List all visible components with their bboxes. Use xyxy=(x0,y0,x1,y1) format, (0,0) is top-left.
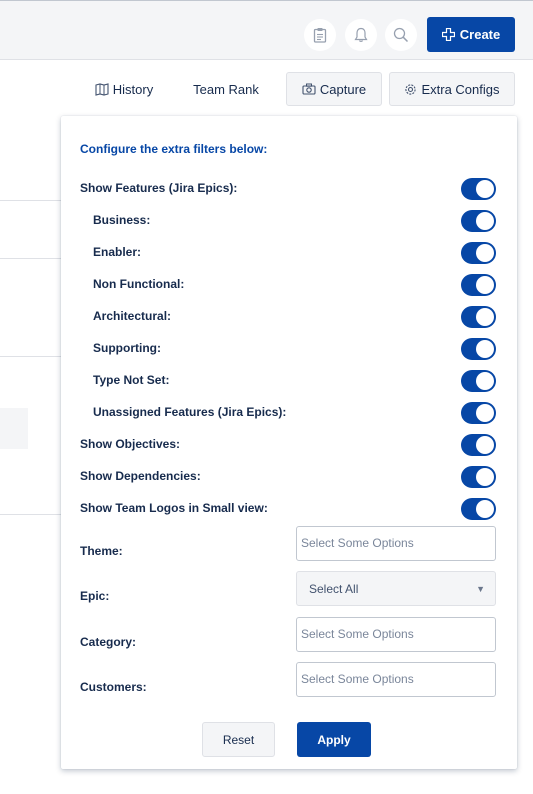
toggle-row-show-objectives: Show Objectives: xyxy=(61,434,517,456)
category-select[interactable]: Select Some Options xyxy=(296,617,496,652)
toggle-row-show-team-logos: Show Team Logos in Small view: xyxy=(61,498,517,520)
toggle-label: Non Functional: xyxy=(93,277,185,291)
show-features-toggle[interactable] xyxy=(461,178,496,200)
toggle-row-show-features: Show Features (Jira Epics): xyxy=(61,178,517,200)
toggle-label: Unassigned Features (Jira Epics): xyxy=(93,405,287,419)
board-divider xyxy=(0,514,61,515)
show-team-logos-toggle[interactable] xyxy=(461,498,496,520)
non-functional-toggle[interactable] xyxy=(461,274,496,296)
extra-configs-label: Extra Configs xyxy=(421,81,500,97)
toggle-label: Show Team Logos in Small view: xyxy=(80,501,268,515)
toggle-label: Business: xyxy=(93,213,151,227)
create-button[interactable]: Create xyxy=(427,17,515,52)
show-objectives-toggle[interactable] xyxy=(461,434,496,456)
search-icon xyxy=(393,27,409,43)
toggle-label: Enabler: xyxy=(93,245,142,259)
bell-icon xyxy=(354,27,368,42)
board-divider xyxy=(0,200,61,201)
toggle-label: Architectural: xyxy=(93,309,172,323)
category-label: Category: xyxy=(80,635,137,649)
capture-label: Capture xyxy=(319,81,367,97)
type-not-set-toggle[interactable] xyxy=(461,370,496,392)
architectural-toggle[interactable] xyxy=(461,306,496,328)
enabler-toggle[interactable] xyxy=(461,242,496,264)
epic-select-value: Select All xyxy=(309,582,359,596)
show-dependencies-toggle[interactable] xyxy=(461,466,496,488)
toggle-row-unassigned-features: Unassigned Features (Jira Epics): xyxy=(61,402,517,424)
caret-down-icon: ▼ xyxy=(476,584,485,594)
clipboard-icon xyxy=(313,28,327,43)
apply-button[interactable]: Apply xyxy=(297,722,371,757)
toggle-label: Show Dependencies: xyxy=(80,469,201,483)
extra-configs-button[interactable]: Extra Configs xyxy=(389,72,515,106)
history-button[interactable]: History xyxy=(88,72,160,106)
theme-label: Theme: xyxy=(80,544,123,558)
board-cell xyxy=(0,408,28,449)
reset-button[interactable]: Reset xyxy=(202,722,275,757)
customers-label: Customers: xyxy=(80,680,147,694)
gear-icon xyxy=(405,83,417,95)
plus-icon xyxy=(441,28,455,41)
create-button-label: Create xyxy=(459,27,501,42)
board-divider xyxy=(0,356,61,357)
unassigned-features-toggle[interactable] xyxy=(461,402,496,424)
toggle-row-non-functional: Non Functional: xyxy=(61,274,517,296)
toggle-label: Show Features (Jira Epics): xyxy=(80,181,238,195)
clipboard-button[interactable] xyxy=(304,19,336,51)
panel-heading: Configure the extra filters below: xyxy=(80,142,268,156)
toggle-row-business: Business: xyxy=(61,210,517,232)
team-rank-button[interactable]: Team Rank xyxy=(186,72,266,106)
notifications-button[interactable] xyxy=(345,19,377,51)
board-toolbar: History Team Rank Capture Extra Configs xyxy=(0,61,533,116)
toggle-row-architectural: Architectural: xyxy=(61,306,517,328)
toggle-row-type-not-set: Type Not Set: xyxy=(61,370,517,392)
toggle-label: Type Not Set: xyxy=(93,373,170,387)
search-button[interactable] xyxy=(385,19,417,51)
board-divider xyxy=(0,258,61,259)
toggle-row-supporting: Supporting: xyxy=(61,338,517,360)
epic-select[interactable]: Select All ▼ xyxy=(296,571,496,606)
book-icon xyxy=(95,82,109,96)
camera-icon xyxy=(302,83,316,95)
toggle-label: Show Objectives: xyxy=(80,437,181,451)
top-header: Create xyxy=(0,0,533,60)
history-label: History xyxy=(112,81,154,97)
toggle-label: Supporting: xyxy=(93,341,161,355)
toggle-row-show-dependencies: Show Dependencies: xyxy=(61,466,517,488)
toggle-row-enabler: Enabler: xyxy=(61,242,517,264)
epic-label: Epic: xyxy=(80,589,110,603)
customers-select[interactable]: Select Some Options xyxy=(296,662,496,697)
team-rank-label: Team Rank xyxy=(193,81,259,97)
capture-button[interactable]: Capture xyxy=(286,72,382,106)
extra-configs-panel: Configure the extra filters below: Show … xyxy=(61,116,517,769)
theme-select[interactable]: Select Some Options xyxy=(296,526,496,561)
business-toggle[interactable] xyxy=(461,210,496,232)
supporting-toggle[interactable] xyxy=(461,338,496,360)
